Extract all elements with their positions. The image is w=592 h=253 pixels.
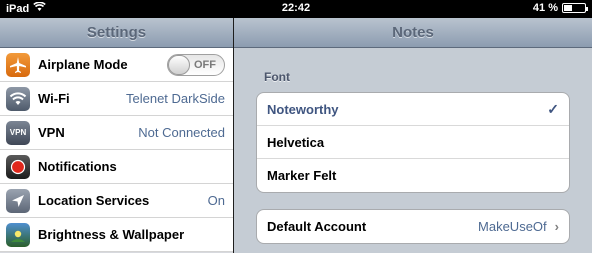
settings-title: Settings xyxy=(86,24,147,41)
font-option-label: Marker Felt xyxy=(267,168,337,183)
clock: 22:42 xyxy=(281,2,311,14)
airplane-mode-toggle[interactable]: OFF xyxy=(167,53,225,76)
notifications-icon xyxy=(6,154,30,179)
settings-list: Airplane Mode OFF Wi-Fi Telenet DarkSide… xyxy=(0,48,233,252)
sidebar-item-airplane-mode[interactable]: Airplane Mode OFF xyxy=(0,48,233,82)
notes-pane: Notes Font Noteworthy ✓ Helvetica Marker… xyxy=(233,18,592,253)
sidebar-item-label: Wi-Fi xyxy=(38,91,70,106)
battery-percent: 41 % xyxy=(532,2,558,14)
location-services-value: On xyxy=(207,193,225,208)
sidebar-item-brightness-wallpaper[interactable]: Brightness & Wallpaper xyxy=(0,218,233,252)
font-options-group: Noteworthy ✓ Helvetica Marker Felt xyxy=(256,92,570,193)
font-option-marker-felt[interactable]: Marker Felt xyxy=(257,159,569,192)
default-account-value: MakeUseOf xyxy=(478,219,547,234)
sidebar-item-label: Airplane Mode xyxy=(38,57,128,72)
vpn-status-value: Not Connected xyxy=(138,125,225,140)
font-section-header: Font xyxy=(264,70,290,84)
battery-group: 41 % xyxy=(532,2,588,14)
battery-icon xyxy=(562,3,588,13)
sidebar-item-notifications[interactable]: Notifications xyxy=(0,150,233,184)
font-option-label: Helvetica xyxy=(267,134,325,150)
sidebar-item-wifi[interactable]: Wi-Fi Telenet DarkSide xyxy=(0,82,233,116)
chevron-right-icon: › xyxy=(554,219,559,234)
checkmark-icon: ✓ xyxy=(547,100,559,117)
toggle-knob xyxy=(168,54,190,75)
default-account-row[interactable]: Default Account MakeUseOf › xyxy=(257,210,569,243)
vpn-icon: VPN xyxy=(6,120,30,145)
sidebar-item-label: Brightness & Wallpaper xyxy=(38,227,185,242)
sidebar-item-label: VPN xyxy=(38,125,65,140)
font-option-helvetica[interactable]: Helvetica xyxy=(257,126,569,159)
notes-title: Notes xyxy=(392,24,434,41)
font-option-noteworthy[interactable]: Noteworthy ✓ xyxy=(257,93,569,126)
sidebar-item-vpn[interactable]: VPN VPN Not Connected xyxy=(0,116,233,150)
settings-pane: Settings Airplane Mode OFF Wi-Fi Telenet… xyxy=(0,18,233,253)
wifi-network-value: Telenet DarkSide xyxy=(126,91,225,106)
wifi-icon xyxy=(6,86,30,111)
status-bar: iPad 22:42 41 % xyxy=(0,0,592,18)
sidebar-item-location-services[interactable]: Location Services On xyxy=(0,184,233,218)
font-option-label: Noteworthy xyxy=(267,101,339,117)
notes-navbar: Notes xyxy=(234,18,592,48)
sidebar-item-label: Location Services xyxy=(38,193,150,208)
location-icon xyxy=(6,188,30,213)
default-account-label: Default Account xyxy=(267,219,367,234)
account-group: Default Account MakeUseOf › xyxy=(256,209,570,244)
airplane-icon xyxy=(6,52,30,77)
toggle-state-label: OFF xyxy=(194,58,216,71)
brightness-icon xyxy=(6,222,30,247)
settings-navbar: Settings xyxy=(0,18,233,48)
sidebar-item-label: Notifications xyxy=(38,159,117,174)
vpn-icon-text: VPN xyxy=(9,128,27,137)
